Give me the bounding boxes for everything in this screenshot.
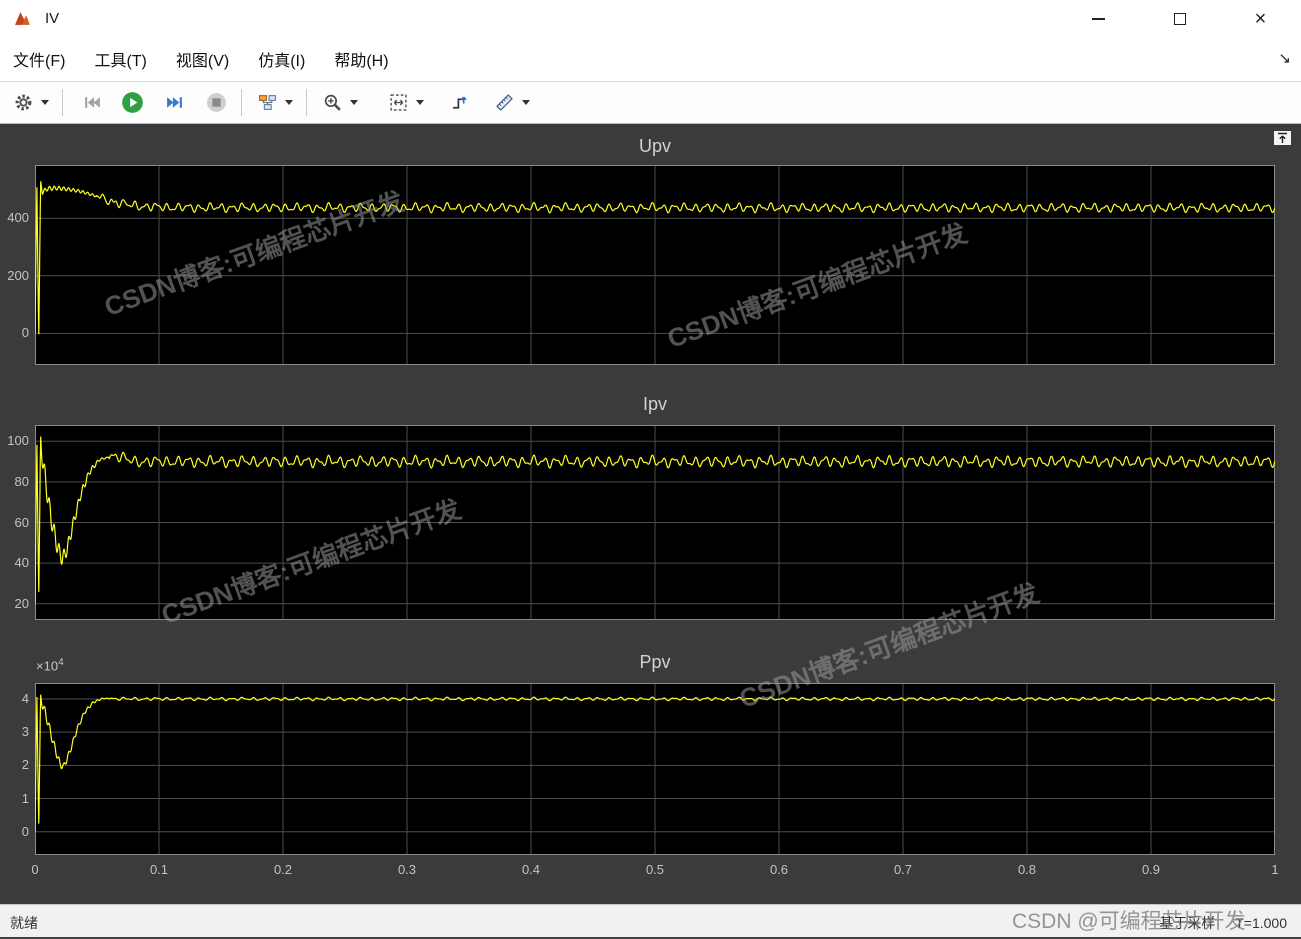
fit-to-view-dropdown[interactable]: [413, 88, 427, 118]
measurements-dropdown[interactable]: [519, 88, 533, 118]
step-back-button[interactable]: [77, 88, 107, 118]
stop-icon: [206, 93, 226, 112]
plot-title-upv: Upv: [638, 136, 671, 156]
tick-label: 2: [21, 757, 29, 773]
toolbar: [0, 82, 1301, 124]
tick-label: 80: [14, 473, 29, 489]
y-axis-exponent-label: ×104: [36, 657, 64, 674]
tick-label: 0.8: [1017, 862, 1037, 877]
measurements-button[interactable]: [489, 88, 519, 118]
tick-label: 0.5: [645, 862, 665, 877]
close-icon: ×: [1254, 7, 1267, 30]
window-controls: ×: [1058, 0, 1301, 37]
tick-label: 0.7: [893, 862, 913, 877]
tick-label: 0.6: [769, 862, 789, 877]
menubar: 文件(F) 工具(T) 视图(V) 仿真(I) 帮助(H) ↘: [0, 37, 1301, 82]
matlab-logo-icon: [13, 9, 32, 28]
tick-label: 0.4: [521, 862, 541, 877]
status-sample-mode: 基于采样: [1159, 915, 1216, 931]
tick-label: 0: [31, 862, 39, 877]
tick-label: 0: [21, 325, 29, 341]
tick-label: 1: [1271, 862, 1279, 877]
window-titlebar: IV ×: [0, 0, 1301, 37]
signal-selector-icon: [258, 95, 276, 110]
dock-arrow-up-icon: [1278, 132, 1287, 143]
menu-item-help[interactable]: 帮助(H): [334, 47, 388, 71]
axes-ppv: [35, 683, 1275, 855]
menu-item-view[interactable]: 视图(V): [176, 47, 229, 71]
scope-canvas: Upv Ipv Ppv ×104 0 200 400 20 40 60 80 100 0 1 2 3 4…: [0, 124, 1301, 904]
tick-label: 60: [14, 514, 29, 530]
statusbar: 就绪 基于采样 T=1.000: [0, 904, 1301, 937]
axes-upv: [35, 165, 1275, 365]
maximize-button[interactable]: [1139, 0, 1220, 37]
menu-item-simulation[interactable]: 仿真(I): [258, 47, 305, 71]
tick-label: 0.2: [273, 862, 293, 877]
chevron-down-icon: [522, 100, 530, 105]
menu-item-file[interactable]: 文件(F): [13, 47, 65, 71]
settings-button[interactable]: [8, 88, 38, 118]
plot-title-ipv: Ipv: [642, 394, 667, 414]
toolbar-separator: [241, 89, 242, 116]
settings-dropdown[interactable]: [38, 88, 52, 118]
chevron-down-icon: [350, 100, 358, 105]
status-sim-time: T=1.000: [1235, 915, 1287, 931]
chevron-down-icon: [285, 100, 293, 105]
tick-label: 20: [14, 595, 29, 611]
fit-to-view-icon: [389, 94, 407, 111]
minimize-button[interactable]: [1058, 0, 1139, 37]
toolbar-separator: [62, 89, 63, 116]
signal-selector-dropdown[interactable]: [282, 88, 296, 118]
status-ready-text: 就绪: [10, 915, 38, 931]
tick-label: 100: [7, 433, 29, 449]
menu-item-tools[interactable]: 工具(T): [94, 47, 146, 71]
toolbar-separator: [306, 89, 307, 116]
chevron-down-icon: [41, 100, 49, 105]
step-forward-button[interactable]: [159, 88, 189, 118]
axes-ipv: [35, 425, 1275, 620]
gear-icon: [15, 94, 31, 111]
step-forward-icon: [166, 97, 182, 108]
minimize-icon: [1092, 17, 1105, 20]
maximize-icon: [1173, 12, 1186, 25]
tick-label: 40: [14, 555, 29, 571]
measurements-icon: [495, 94, 513, 111]
stop-button[interactable]: [201, 88, 231, 118]
tick-label: 0.3: [397, 862, 417, 877]
close-button[interactable]: ×: [1220, 0, 1301, 37]
tick-label: 0.9: [1141, 862, 1161, 877]
window-title: IV: [45, 10, 60, 27]
zoom-dropdown[interactable]: [347, 88, 361, 118]
run-button[interactable]: [117, 88, 147, 118]
tick-label: 1: [21, 790, 29, 806]
corner-arrow-icon[interactable]: ↘: [1278, 49, 1291, 67]
chevron-down-icon: [416, 100, 424, 105]
trigger-icon: [452, 96, 467, 109]
zoom-button[interactable]: [317, 88, 347, 118]
tick-label: 400: [7, 210, 29, 226]
status-right: 基于采样 T=1.000: [1143, 913, 1287, 933]
fit-to-view-button[interactable]: [383, 88, 413, 118]
tick-label: 0.1: [149, 862, 169, 877]
plot-title-ppv: Ppv: [639, 652, 671, 672]
dock-button[interactable]: [1273, 130, 1292, 146]
step-back-icon: [84, 97, 100, 108]
trigger-button[interactable]: [445, 88, 475, 118]
run-icon: [121, 92, 143, 113]
tick-label: 3: [21, 724, 29, 740]
zoom-in-icon: [324, 94, 341, 111]
tick-label: 0: [21, 823, 29, 839]
tick-label: 4: [21, 690, 29, 706]
signal-selector-button[interactable]: [252, 88, 282, 118]
tick-label: 200: [7, 267, 29, 283]
